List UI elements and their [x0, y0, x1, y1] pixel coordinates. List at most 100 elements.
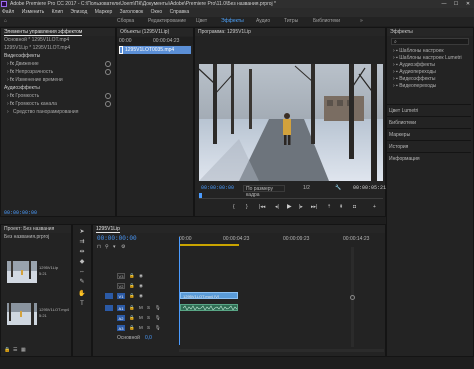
mini-clip-checkbox[interactable]: [119, 46, 123, 54]
timeline-ruler[interactable]: 00:00 00:00:04:23 00:00:09:23 00:00:14:2…: [179, 235, 384, 243]
a1-solo-icon[interactable]: S: [147, 305, 150, 310]
work-area-bar[interactable]: [179, 244, 239, 246]
menu-help[interactable]: Справка: [170, 9, 190, 15]
menu-window[interactable]: Окно: [151, 9, 163, 15]
ripple-edit-tool-icon[interactable]: ⇹: [78, 248, 86, 256]
home-icon[interactable]: ⌂: [4, 17, 7, 26]
a1-source-patch[interactable]: [105, 305, 113, 311]
workspace-libraries[interactable]: Библиотеки: [313, 17, 340, 26]
effect-controls-timecode[interactable]: 00:00:00:00: [4, 210, 37, 217]
lock-icon[interactable]: 🔒: [4, 347, 10, 353]
timeline-timecode[interactable]: 00:00:00:00: [97, 235, 137, 242]
timeline-tab[interactable]: 1295V1Lip: [96, 226, 120, 233]
fit-dropdown[interactable]: По размеру кадра: [243, 185, 285, 198]
step-back-icon[interactable]: ◂|: [275, 204, 279, 210]
v2-lock-icon[interactable]: 🔒: [129, 283, 135, 289]
effects-group-lumetri[interactable]: › ▪ Шаблоны настроек Lumetri: [393, 55, 462, 62]
effects-group-video-effects[interactable]: › ▪ Видеоэффекты: [393, 76, 436, 83]
hand-tool-icon[interactable]: ✋: [78, 290, 86, 298]
section-history[interactable]: История: [387, 140, 471, 152]
chevron-right-icon[interactable]: ›: [7, 93, 9, 99]
a2-mic-icon[interactable]: 🎙: [155, 315, 161, 321]
workspace-audio[interactable]: Аудио: [256, 17, 270, 26]
extract-icon[interactable]: ⇞: [339, 204, 343, 210]
video-frame[interactable]: [199, 64, 383, 181]
program-monitor-title[interactable]: Программа: 1295V1Lip: [198, 29, 251, 35]
linked-selection-icon[interactable]: ⚲: [105, 244, 109, 250]
razor-tool-icon[interactable]: ◆: [78, 258, 86, 266]
section-libraries[interactable]: Библиотеки: [387, 116, 471, 128]
play-icon[interactable]: ▶: [287, 203, 292, 210]
add-marker-icon[interactable]: ▾: [113, 244, 116, 250]
track-a3-label[interactable]: A3: [117, 325, 125, 331]
track-v3-label[interactable]: V3: [117, 273, 125, 279]
master-clip-label[interactable]: Основной * 1295V1LOT.mp4: [4, 37, 114, 44]
track-select-tool-icon[interactable]: ⇉: [78, 238, 86, 246]
reset-volume-icon[interactable]: [105, 93, 111, 99]
minimize-button[interactable]: —: [438, 0, 450, 8]
project-panel-title[interactable]: Проект: Без названия: [4, 226, 54, 232]
list-view-icon[interactable]: ☰: [13, 347, 17, 353]
effects-group-audio-transitions[interactable]: › ▪ Аудиопереходы: [393, 69, 436, 76]
program-playhead[interactable]: [199, 193, 202, 198]
reset-channel-volume-icon[interactable]: [105, 101, 111, 107]
effect-panner[interactable]: › Средство панорамирования: [7, 109, 78, 116]
menu-marker[interactable]: Маркер: [95, 9, 113, 15]
go-to-out-icon[interactable]: ▸▸|: [311, 204, 317, 210]
add-button-icon[interactable]: +: [373, 204, 376, 210]
effects-group-presets[interactable]: › ▪ Шаблоны настроек: [393, 48, 444, 55]
a1-mic-icon[interactable]: 🎙: [155, 305, 161, 311]
a3-lock-icon[interactable]: 🔒: [129, 325, 135, 331]
timeline-playhead[interactable]: [179, 237, 180, 345]
project-tile-sequence[interactable]: [7, 261, 37, 283]
a3-mute-icon[interactable]: M: [139, 325, 143, 330]
v3-eye-icon[interactable]: ◉: [139, 273, 143, 279]
a2-lock-icon[interactable]: 🔒: [129, 315, 135, 321]
a3-solo-icon[interactable]: S: [147, 325, 150, 330]
workspace-effects[interactable]: Эффекты: [221, 17, 244, 26]
lift-icon[interactable]: ⇡: [327, 204, 331, 210]
snap-icon[interactable]: ⊓: [97, 244, 101, 250]
v1-source-patch[interactable]: [105, 293, 113, 299]
settings-wrench-icon[interactable]: 🔧: [335, 185, 341, 191]
quality-dropdown[interactable]: 1/2: [303, 185, 310, 191]
workspace-assembly[interactable]: Сборка: [117, 17, 134, 26]
mini-clip-bar[interactable]: 1295V1LOT0035.mp4: [119, 46, 191, 54]
workspace-more-icon[interactable]: »: [360, 17, 363, 26]
video-clip[interactable]: 1295V1LOT.mp4 [V]: [180, 292, 238, 299]
workspace-editing[interactable]: Редактирование: [148, 17, 186, 26]
tab-objects[interactable]: Объекты (1295V1Lip): [120, 29, 169, 35]
section-lumetri-color[interactable]: Цвет Lumetri: [387, 104, 471, 116]
slip-tool-icon[interactable]: ⇔: [78, 268, 86, 276]
go-to-in-icon[interactable]: |◂◂: [259, 204, 265, 210]
chevron-right-icon[interactable]: ›: [7, 101, 9, 107]
pen-tool-icon[interactable]: ✎: [78, 278, 86, 286]
audio-clip[interactable]: [180, 304, 238, 311]
section-info[interactable]: Информация: [387, 152, 471, 164]
mark-in-icon[interactable]: {: [233, 204, 235, 210]
reset-motion-icon[interactable]: [105, 61, 111, 67]
close-button[interactable]: ✕: [462, 0, 474, 8]
tab-effect-controls[interactable]: Элементы управления эффектом: [4, 29, 83, 36]
v1-lock-icon[interactable]: 🔒: [129, 293, 135, 299]
menu-title[interactable]: Заголовок: [120, 9, 144, 15]
maximize-button[interactable]: ☐: [450, 0, 462, 8]
workspace-titles[interactable]: Титры: [284, 17, 298, 26]
effect-motion[interactable]: › fx Движение: [7, 61, 39, 68]
menu-edit[interactable]: Изменить: [22, 9, 45, 15]
a1-mute-icon[interactable]: M: [139, 305, 143, 310]
zoom-tool-icon[interactable]: T: [78, 300, 86, 308]
effects-group-audio-effects[interactable]: › ▪ Аудиоэффекты: [393, 62, 435, 69]
export-frame-icon[interactable]: ◘: [353, 204, 356, 210]
selection-tool-icon[interactable]: ➤: [78, 228, 86, 236]
effect-volume[interactable]: › fx Громкость: [7, 93, 39, 100]
effect-time-remap[interactable]: › fx Изменение времени: [7, 77, 63, 84]
project-tile-clip[interactable]: [7, 303, 37, 325]
timeline-scroll-handle[interactable]: [350, 295, 355, 300]
workspace-color[interactable]: Цвет: [196, 17, 207, 26]
program-scrubber[interactable]: [199, 195, 383, 199]
effects-group-video-transitions[interactable]: › ▪ Видеопереходы: [393, 83, 436, 90]
chevron-right-icon[interactable]: ›: [7, 69, 9, 75]
chevron-right-icon[interactable]: ›: [7, 77, 9, 83]
menu-sequence[interactable]: Эпизод: [70, 9, 87, 15]
